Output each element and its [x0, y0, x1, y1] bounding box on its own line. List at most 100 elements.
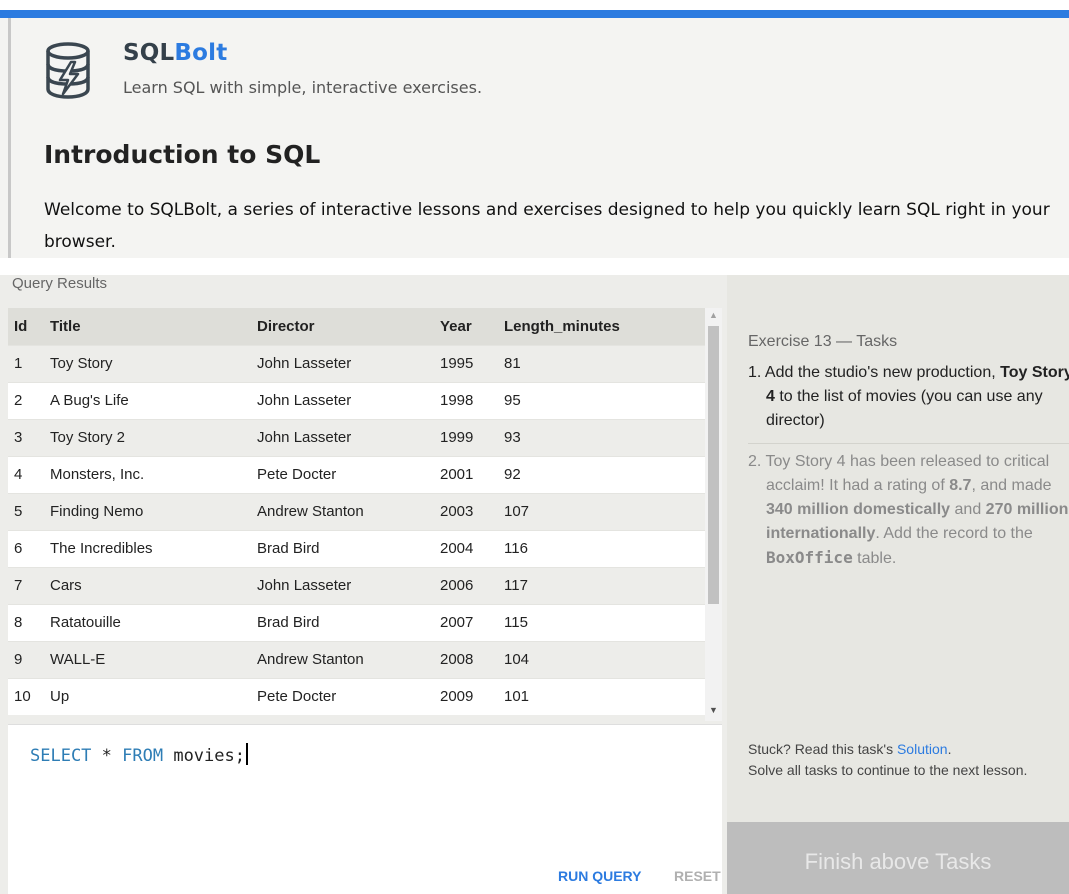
top-accent-bar	[0, 10, 1069, 18]
column-header-director: Director	[257, 317, 315, 335]
stuck-period: .	[947, 741, 952, 757]
table-row: 6 The Incredibles Brad Bird 2004 116	[8, 529, 705, 567]
cell-director: John Lasseter	[257, 566, 440, 604]
sql-editor[interactable]: SELECT * FROM movies; RUN QUERY RESET	[8, 724, 722, 894]
text-cursor	[245, 743, 248, 765]
task-2-bold-domestic: 340 million domestically	[766, 501, 951, 518]
brand-logo-text[interactable]: SQLBolt	[123, 40, 227, 66]
column-header-title: Title	[50, 317, 81, 335]
scroll-up-arrow-icon[interactable]: ▲	[709, 310, 718, 320]
cell-id: 3	[8, 418, 50, 456]
task-2-text-e: table.	[852, 550, 897, 567]
cell-id: 9	[8, 640, 50, 678]
table-row: 7 Cars John Lasseter 2006 117	[8, 566, 705, 604]
run-query-button[interactable]: RUN QUERY	[558, 868, 642, 884]
cell-title: A Bug's Life	[50, 381, 257, 419]
cell-title: Toy Story 2	[50, 418, 257, 456]
table-row: 8 Ratatouille Brad Bird 2007 115	[8, 603, 705, 641]
code-star: *	[91, 746, 123, 766]
cell-title: Up	[50, 677, 257, 715]
brand-accent: Bolt	[174, 40, 228, 66]
brand-primary: SQL	[123, 40, 175, 66]
task-2-text-b: , and made	[971, 477, 1052, 494]
cell-id: 2	[8, 381, 50, 419]
task-item-2: 2. Toy Story 4 has been released to crit…	[748, 444, 1069, 581]
cell-id: 1	[8, 344, 50, 382]
cell-length: 107	[504, 492, 705, 530]
task-list: 1. Add the studio's new production, Toy …	[748, 361, 1069, 581]
cell-director: John Lasseter	[257, 418, 440, 456]
task-1-text-a: Add the studio's new production,	[764, 364, 1001, 381]
page-title: Introduction to SQL	[44, 140, 321, 169]
results-table: Id Title Director Year Length_minutes 1 …	[8, 308, 705, 715]
cell-title: Finding Nemo	[50, 492, 257, 530]
cell-director: Brad Bird	[257, 529, 440, 567]
table-row: 5 Finding Nemo Andrew Stanton 2003 107	[8, 492, 705, 530]
cell-id: 5	[8, 492, 50, 530]
task-2-text-d: . Add the record to the	[875, 525, 1033, 542]
cell-id: 10	[8, 677, 50, 715]
left-edge-rule	[8, 18, 11, 258]
cell-title: Cars	[50, 566, 257, 604]
table-row: 4 Monsters, Inc. Pete Docter 2001 92	[8, 455, 705, 493]
cell-title: Monsters, Inc.	[50, 455, 257, 493]
query-results-panel: Query Results Id Title Director Year Len…	[0, 275, 727, 894]
keyword-from: FROM	[122, 746, 164, 766]
table-row: 2 A Bug's Life John Lasseter 1998 95	[8, 381, 705, 419]
help-text: Stuck? Read this task's Solution. Solve …	[748, 739, 1048, 781]
table-row: 9 WALL-E Andrew Stanton 2008 104	[8, 640, 705, 678]
cell-length: 81	[504, 344, 705, 382]
cell-length: 95	[504, 381, 705, 419]
tasks-title: Exercise 13 — Tasks	[748, 333, 898, 350]
scrollbar-thumb[interactable]	[708, 326, 719, 604]
continue-text: Solve all tasks to continue to the next …	[748, 762, 1028, 778]
cell-year: 2001	[440, 455, 504, 493]
task-1-text-b: to the list of movies (you can use any d…	[766, 388, 1043, 429]
table-row: 1 Toy Story John Lasseter 1995 81	[8, 344, 705, 382]
cell-id: 4	[8, 455, 50, 493]
cell-title: Toy Story	[50, 344, 257, 382]
code-table: movies;	[163, 746, 245, 766]
cell-length: 117	[504, 566, 705, 604]
cell-year: 1998	[440, 381, 504, 419]
cell-length: 92	[504, 455, 705, 493]
cell-year: 2003	[440, 492, 504, 530]
cell-year: 2009	[440, 677, 504, 715]
sql-code-line[interactable]: SELECT * FROM movies;	[30, 743, 248, 766]
cell-director: Pete Docter	[257, 455, 440, 493]
keyword-select: SELECT	[30, 746, 92, 766]
cell-director: John Lasseter	[257, 381, 440, 419]
task-2-number: 2.	[748, 453, 766, 470]
column-header-id: Id	[14, 317, 28, 335]
cell-length: 93	[504, 418, 705, 456]
cell-year: 2004	[440, 529, 504, 567]
solution-link[interactable]: Solution	[897, 741, 948, 757]
stuck-text: Stuck? Read this task's	[748, 741, 897, 757]
cell-director: Andrew Stanton	[257, 640, 440, 678]
tagline: Learn SQL with simple, interactive exerc…	[123, 78, 483, 97]
results-scrollbar[interactable]: ▲ ▼	[705, 308, 722, 721]
cell-year: 1999	[440, 418, 504, 456]
task-2-table-name: BoxOffice	[766, 548, 853, 567]
cell-director: John Lasseter	[257, 344, 440, 382]
results-table-container: Id Title Director Year Length_minutes 1 …	[8, 308, 705, 721]
cell-year: 2007	[440, 603, 504, 641]
cell-length: 101	[504, 677, 705, 715]
finish-tasks-button[interactable]: Finish above Tasks	[727, 822, 1069, 894]
table-header-row: Id Title Director Year Length_minutes	[8, 308, 705, 345]
cell-id: 7	[8, 566, 50, 604]
cell-director: Pete Docter	[257, 677, 440, 715]
query-results-label: Query Results	[12, 275, 108, 292]
cell-length: 115	[504, 603, 705, 641]
scroll-down-arrow-icon[interactable]: ▼	[709, 705, 718, 715]
cell-id: 8	[8, 603, 50, 641]
cell-length: 104	[504, 640, 705, 678]
cell-director: Andrew Stanton	[257, 492, 440, 530]
cell-year: 2006	[440, 566, 504, 604]
reset-button[interactable]: RESET	[674, 868, 721, 884]
cell-title: WALL-E	[50, 640, 257, 678]
cell-title: The Incredibles	[50, 529, 257, 567]
intro-paragraph: Welcome to SQLBolt, a series of interact…	[44, 200, 1050, 252]
table-row: 10 Up Pete Docter 2009 101	[8, 677, 705, 715]
column-header-length: Length_minutes	[504, 317, 620, 335]
